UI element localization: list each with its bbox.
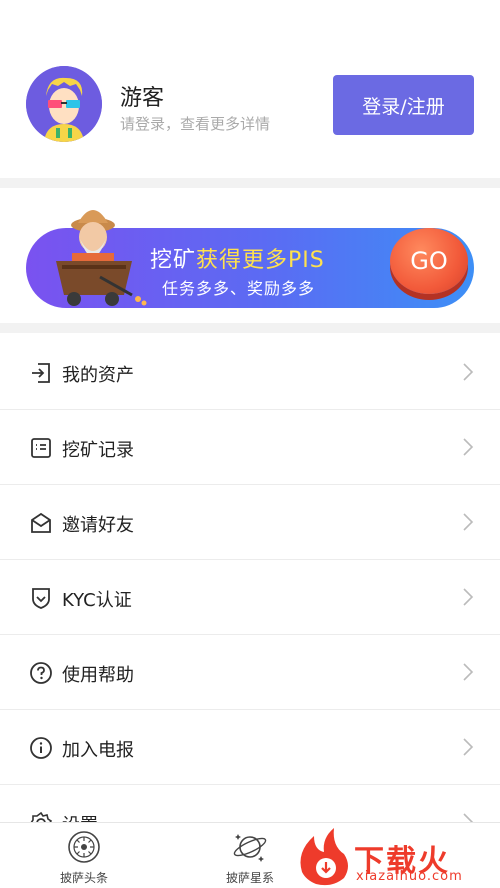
login-hint: 请登录，查看更多详情: [120, 115, 271, 133]
planet-icon: [233, 834, 267, 862]
chevron-right-icon: [463, 513, 474, 531]
envelope-icon: [31, 512, 51, 533]
tab-label: 披萨头条: [59, 871, 108, 885]
tab-pizza-galaxy[interactable]: 披萨星系: [200, 823, 300, 888]
menu-item-invite-friends[interactable]: 邀请好友: [0, 485, 500, 560]
info-circle-icon: [30, 737, 52, 759]
profile-header: 游客 请登录，查看更多详情 登录/注册: [0, 0, 500, 178]
menu-label: 加入电报: [62, 740, 134, 761]
menu-item-join-telegram[interactable]: 加入电报: [0, 710, 500, 785]
shield-check-icon: [32, 588, 50, 609]
banner-subtitle: 任务多多、奖励多多: [162, 279, 316, 298]
divider: [0, 178, 500, 188]
banner-title-highlight: 获得更多PIS: [196, 248, 325, 273]
menu-label: KYC认证: [62, 590, 132, 611]
divider: [0, 323, 500, 333]
help-circle-icon: [30, 662, 52, 684]
chevron-right-icon: [463, 438, 474, 456]
avatar-icon: [26, 66, 102, 142]
miner-cart-icon: [56, 210, 147, 306]
chevron-right-icon: [463, 738, 474, 756]
menu-label: 我的资产: [62, 365, 134, 386]
menu-label: 挖矿记录: [62, 440, 134, 461]
tab-pizza-headlines[interactable]: 披萨头条: [34, 823, 134, 888]
news-icon: [68, 831, 100, 863]
chevron-right-icon: [463, 663, 474, 681]
list-icon: [31, 438, 51, 458]
avatar[interactable]: [26, 66, 102, 142]
watermark-url: xiazaihuo.com: [356, 869, 463, 884]
chevron-right-icon: [463, 588, 474, 606]
menu-item-help[interactable]: 使用帮助: [0, 635, 500, 710]
menu-item-kyc[interactable]: KYC认证: [0, 560, 500, 635]
tab-label: 披萨星系: [225, 871, 274, 885]
login-register-button[interactable]: 登录/注册: [333, 75, 474, 135]
banner-title-main: 挖矿: [150, 248, 197, 273]
banner-title: 挖矿获得更多PIS: [150, 242, 325, 274]
chevron-right-icon: [463, 363, 474, 381]
menu-item-my-assets[interactable]: 我的资产: [0, 335, 500, 410]
go-button[interactable]: GO: [390, 228, 468, 294]
username: 游客: [120, 86, 165, 111]
logout-arrow-icon: [32, 363, 50, 383]
menu-item-mining-records[interactable]: 挖矿记录: [0, 410, 500, 485]
menu-label: 使用帮助: [62, 665, 134, 686]
menu-label: 邀请好友: [62, 515, 134, 536]
